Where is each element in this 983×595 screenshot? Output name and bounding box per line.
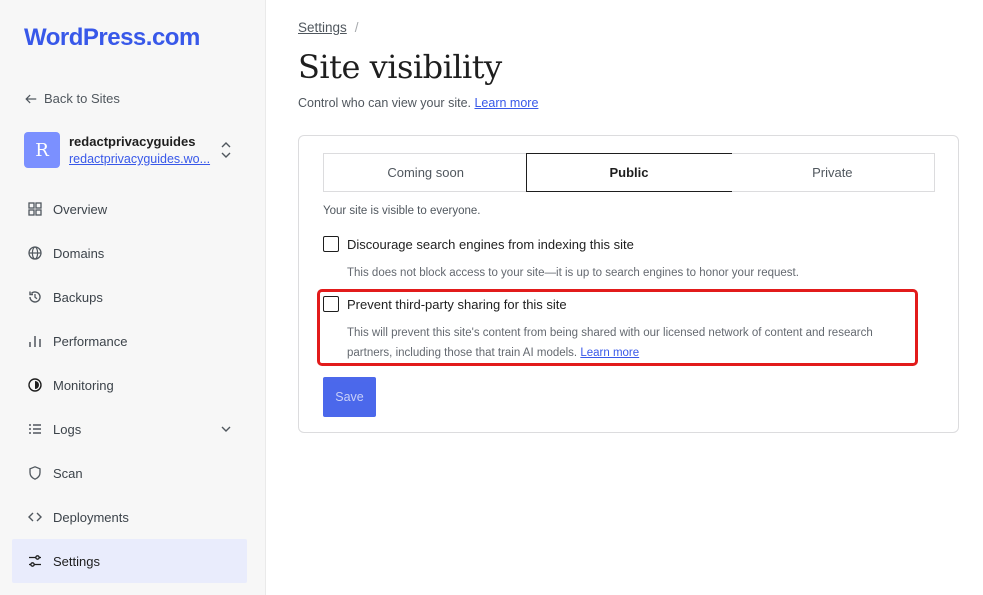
sidebar-item-performance[interactable]: Performance — [12, 319, 247, 363]
visibility-note: Your site is visible to everyone. — [323, 205, 481, 217]
sidebar-item-label: Settings — [53, 553, 100, 569]
breadcrumb-settings-link[interactable]: Settings — [298, 20, 347, 35]
prevent-sharing-learn-more-link[interactable]: Learn more — [580, 347, 639, 359]
arrow-left-icon — [25, 94, 37, 103]
prevent-sharing-help-line2: partners, including those that train AI … — [347, 347, 578, 359]
site-avatar: R — [24, 132, 60, 168]
sidebar-item-label: Overview — [53, 201, 108, 217]
backup-icon — [26, 288, 44, 306]
visibility-option-private[interactable]: Private — [730, 154, 934, 191]
sidebar-item-label: Monitoring — [53, 377, 114, 393]
chevron-down-icon[interactable] — [219, 422, 233, 436]
prevent-sharing-option: Prevent third-party sharing for this sit… — [323, 296, 913, 363]
prevent-sharing-help-line1: This will prevent this site's content fr… — [347, 327, 873, 339]
visibility-segmented-control: Coming soon Public Private — [323, 153, 935, 192]
shield-icon — [26, 464, 44, 482]
sidebar-item-label: Logs — [53, 421, 82, 437]
code-icon — [26, 508, 44, 526]
globe-icon — [26, 244, 44, 262]
sliders-icon — [26, 552, 44, 570]
sidebar-item-label: Performance — [53, 333, 128, 349]
page-subtitle-text: Control who can view your site. — [298, 96, 471, 110]
discourage-search-option: Discourage search engines from indexing … — [323, 236, 913, 283]
sidebar-item-overview[interactable]: Overview — [12, 187, 247, 231]
wordpress-logo[interactable]: WordPress.com — [24, 24, 200, 52]
chevron-up-down-icon[interactable] — [220, 138, 232, 162]
visibility-option-coming-soon[interactable]: Coming soon — [324, 154, 528, 191]
breadcrumb: Settings / — [298, 20, 359, 35]
save-button[interactable]: Save — [323, 377, 376, 417]
sidebar-item-settings[interactable]: Settings — [12, 539, 247, 583]
list-icon — [26, 420, 44, 438]
sidebar-item-label: Scan — [53, 465, 83, 481]
site-name: redactprivacyguides — [69, 134, 196, 149]
visibility-option-public[interactable]: Public — [526, 153, 732, 192]
monitor-icon — [26, 376, 44, 394]
page-subtitle: Control who can view your site. Learn mo… — [298, 96, 538, 110]
page-title: Site visibility — [298, 48, 502, 86]
bar-chart-icon — [26, 332, 44, 350]
breadcrumb-separator: / — [354, 20, 359, 35]
discourage-search-checkbox[interactable] — [323, 236, 339, 252]
sidebar-item-logs[interactable]: Logs — [12, 407, 247, 451]
site-switcher[interactable]: R redactprivacyguides redactprivacyguide… — [24, 130, 238, 170]
sidebar-item-domains[interactable]: Domains — [12, 231, 247, 275]
discourage-search-label[interactable]: Discourage search engines from indexing … — [347, 237, 634, 252]
sidebar-nav: Overview Domains Backups Performance Mon… — [12, 187, 247, 583]
prevent-sharing-help: This will prevent this site's content fr… — [347, 323, 913, 363]
discourage-search-help: This does not block access to your site—… — [347, 267, 799, 279]
sidebar-item-scan[interactable]: Scan — [12, 451, 247, 495]
prevent-sharing-checkbox[interactable] — [323, 296, 339, 312]
sidebar-item-label: Domains — [53, 245, 105, 261]
sidebar-item-monitoring[interactable]: Monitoring — [12, 363, 247, 407]
sidebar-item-deployments[interactable]: Deployments — [12, 495, 247, 539]
sidebar-item-label: Deployments — [53, 509, 129, 525]
sidebar: WordPress.com Back to Sites R redactpriv… — [0, 0, 266, 595]
visibility-card: Coming soon Public Private Your site is … — [298, 135, 959, 433]
back-to-sites-label: Back to Sites — [44, 91, 120, 106]
sidebar-item-backups[interactable]: Backups — [12, 275, 247, 319]
sidebar-item-label: Backups — [53, 289, 103, 305]
grid-icon — [26, 200, 44, 218]
back-to-sites-link[interactable]: Back to Sites — [24, 91, 120, 106]
prevent-sharing-label[interactable]: Prevent third-party sharing for this sit… — [347, 297, 567, 312]
site-url-link[interactable]: redactprivacyguides.wo... — [69, 152, 217, 166]
learn-more-link[interactable]: Learn more — [474, 96, 538, 110]
